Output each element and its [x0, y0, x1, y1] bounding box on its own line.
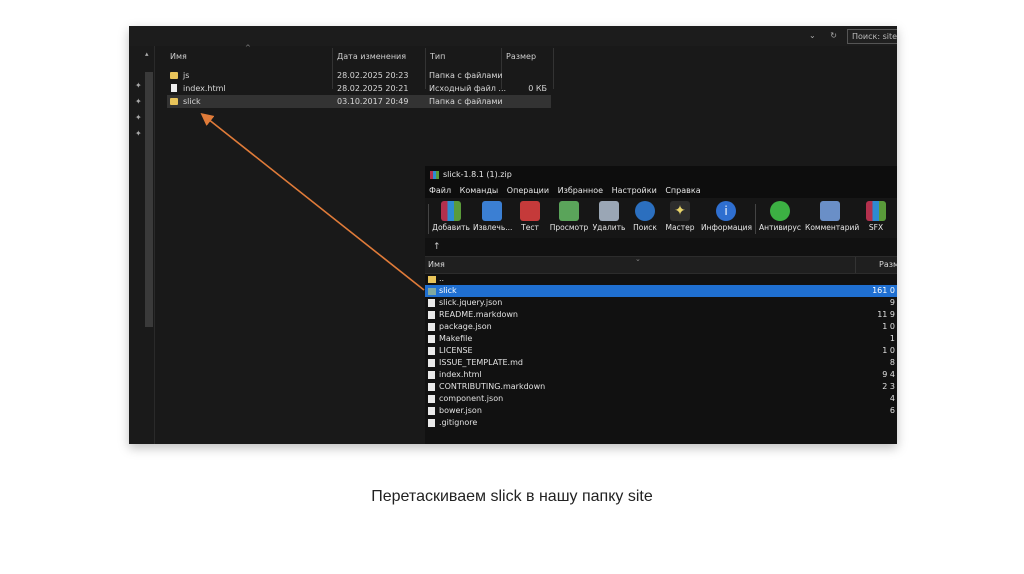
slide-caption: Перетаскиваем slick в нашу папку site [371, 488, 653, 505]
